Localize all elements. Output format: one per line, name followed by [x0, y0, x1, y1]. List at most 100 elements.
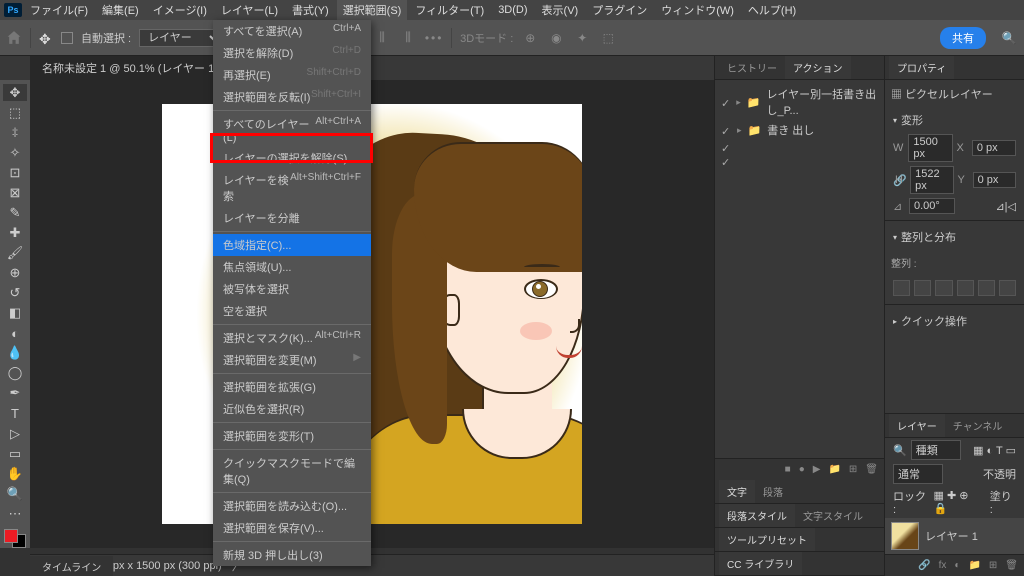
- dodge-tool[interactable]: ◯: [3, 365, 27, 382]
- tab-actions[interactable]: アクション: [785, 56, 851, 79]
- tab-toolpreset[interactable]: ツールプリセット: [719, 528, 815, 551]
- menu-item[interactable]: 選択範囲を読み込む(O)...: [213, 495, 371, 517]
- lasso-tool[interactable]: ꖋ: [3, 124, 27, 141]
- menu-item[interactable]: 空を選択: [213, 300, 371, 322]
- brush-tool[interactable]: 🖌: [3, 245, 27, 262]
- play-icon[interactable]: ▶: [813, 464, 821, 475]
- tab-cclib[interactable]: CC ライブラリ: [719, 552, 802, 575]
- more-icon[interactable]: •••: [425, 29, 443, 47]
- menu-3d[interactable]: 3D(D): [492, 2, 533, 18]
- tab-paragraph[interactable]: 段落: [755, 480, 791, 503]
- link-icon[interactable]: 🔗: [918, 560, 930, 571]
- tab-para-style[interactable]: 段落スタイル: [719, 504, 795, 527]
- quick-section[interactable]: クイック操作: [901, 313, 967, 329]
- wand-tool[interactable]: ✧: [3, 144, 27, 161]
- heal-tool[interactable]: ✚: [3, 224, 27, 241]
- flip-icon[interactable]: ⊿|◁: [995, 200, 1016, 213]
- menu-plugin[interactable]: プラグイン: [586, 0, 653, 20]
- new-icon[interactable]: ⊞: [849, 464, 857, 475]
- menu-file[interactable]: ファイル(F): [24, 0, 94, 20]
- crop-tool[interactable]: ⊡: [3, 164, 27, 181]
- y-field[interactable]: 0 px: [973, 172, 1016, 188]
- folder-icon[interactable]: 📁: [968, 560, 980, 571]
- marquee-tool[interactable]: ⬚: [3, 104, 27, 121]
- folder-icon[interactable]: 📁: [828, 464, 840, 475]
- hand-tool[interactable]: ✋: [3, 465, 27, 482]
- auto-select-checkbox[interactable]: [61, 32, 73, 44]
- move-tool[interactable]: ✥: [3, 84, 27, 101]
- zoom-tool[interactable]: 🔍: [3, 485, 27, 502]
- move-tool-icon[interactable]: [39, 31, 53, 45]
- tab-properties[interactable]: プロパティ: [889, 56, 954, 79]
- tab-character[interactable]: 文字: [719, 480, 755, 503]
- layer-select[interactable]: レイヤー: [139, 29, 223, 47]
- tab-layers[interactable]: レイヤー: [889, 414, 945, 437]
- align-btn[interactable]: [978, 280, 995, 296]
- menu-select[interactable]: 選択範囲(S): [337, 0, 408, 20]
- trash-icon[interactable]: 🗑: [865, 464, 878, 475]
- new-layer-icon[interactable]: ⊞: [989, 560, 997, 571]
- tab-char-style[interactable]: 文字スタイル: [795, 504, 871, 527]
- action-item[interactable]: 書き 出し: [767, 122, 814, 138]
- trash-icon[interactable]: 🗑: [1005, 560, 1018, 571]
- layer-row[interactable]: 👁 レイヤー 1: [885, 518, 1024, 554]
- stop-icon[interactable]: ■: [785, 464, 791, 475]
- shape-tool[interactable]: ▭: [3, 445, 27, 462]
- menu-item[interactable]: クイックマスクモードで編集(Q): [213, 452, 371, 490]
- menu-item[interactable]: すべてのレイヤー(L)Alt+Ctrl+A: [213, 113, 371, 147]
- home-icon[interactable]: [6, 30, 22, 46]
- tab-channels[interactable]: チャンネル: [945, 414, 1011, 437]
- share-button[interactable]: 共有: [940, 27, 986, 49]
- menu-view[interactable]: 表示(V): [536, 0, 585, 20]
- transform-section[interactable]: 変形: [901, 112, 923, 128]
- align-btn[interactable]: [893, 280, 910, 296]
- align-btn[interactable]: [914, 280, 931, 296]
- mask-icon[interactable]: ◐: [954, 560, 960, 571]
- align-btn[interactable]: [935, 280, 952, 296]
- align-section[interactable]: 整列と分布: [901, 229, 956, 245]
- layer-thumbnail[interactable]: [891, 522, 919, 550]
- menu-item[interactable]: 被写体を選択: [213, 278, 371, 300]
- pen-tool[interactable]: ✒: [3, 385, 27, 402]
- menu-edit[interactable]: 編集(E): [96, 0, 145, 20]
- menu-item[interactable]: レイヤーを検索Alt+Shift+Ctrl+F: [213, 169, 371, 207]
- x-field[interactable]: 0 px: [972, 140, 1016, 156]
- fx-icon[interactable]: fx: [939, 560, 947, 571]
- align-btn[interactable]: [957, 280, 974, 296]
- eraser-tool[interactable]: ◧: [3, 305, 27, 322]
- layer-search[interactable]: 種類: [911, 440, 961, 460]
- history-brush-tool[interactable]: ↺: [3, 285, 27, 302]
- menu-image[interactable]: イメージ(I): [147, 0, 213, 20]
- menu-filter[interactable]: フィルター(T): [409, 0, 490, 20]
- blend-mode[interactable]: 通常: [893, 464, 943, 484]
- menu-item[interactable]: 色域指定(C)...: [213, 234, 371, 256]
- menu-item[interactable]: 選択とマスク(K)...Alt+Ctrl+R: [213, 327, 371, 349]
- action-item[interactable]: レイヤー別一括書き出し_P...: [766, 86, 878, 118]
- tab-history[interactable]: ヒストリー: [719, 56, 785, 79]
- menu-item: 選択範囲を保存(V)...: [213, 517, 371, 539]
- align-btn[interactable]: [999, 280, 1016, 296]
- menu-layer[interactable]: レイヤー(L): [215, 0, 284, 20]
- distribute-icon[interactable]: ⫼: [399, 29, 417, 47]
- menu-item[interactable]: すべてを選択(A)Ctrl+A: [213, 20, 371, 42]
- path-tool[interactable]: ▷: [3, 425, 27, 442]
- frame-tool[interactable]: ⊠: [3, 184, 27, 201]
- angle-field[interactable]: 0.00°: [909, 198, 955, 214]
- menu-window[interactable]: ウィンドウ(W): [655, 0, 740, 20]
- color-swatch[interactable]: [4, 529, 26, 548]
- stamp-tool[interactable]: ⊕: [3, 265, 27, 282]
- type-tool[interactable]: T: [3, 405, 27, 422]
- tab-timeline[interactable]: タイムライン: [30, 556, 113, 576]
- search-icon[interactable]: 🔍: [1000, 29, 1018, 47]
- width-field[interactable]: 1500 px: [908, 134, 952, 162]
- edit-toolbar[interactable]: ⋯: [3, 505, 27, 522]
- eyedropper-tool[interactable]: ✎: [3, 204, 27, 221]
- gradient-tool[interactable]: ◐: [3, 325, 27, 342]
- menu-type[interactable]: 書式(Y): [286, 0, 335, 20]
- layer-name[interactable]: レイヤー 1: [925, 528, 978, 544]
- distribute-icon[interactable]: ⫼: [373, 29, 391, 47]
- record-icon[interactable]: ●: [799, 464, 805, 475]
- menu-help[interactable]: ヘルプ(H): [742, 0, 802, 20]
- blur-tool[interactable]: 💧: [3, 345, 27, 362]
- height-field[interactable]: 1522 px: [910, 166, 953, 194]
